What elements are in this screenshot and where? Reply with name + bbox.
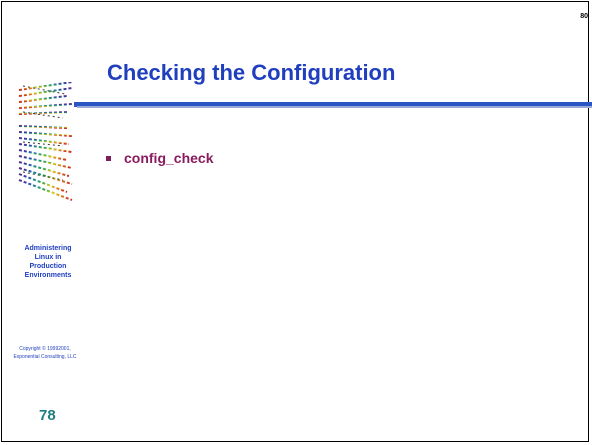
copyright-notice: Copyright © 19992001, Exponential Consul… — [5, 345, 85, 361]
slide-number-top: 80 — [580, 13, 588, 20]
square-bullet-icon — [106, 155, 111, 161]
copyright-line: Copyright © 19992001, — [19, 346, 71, 352]
bullet-text: config_check — [124, 150, 214, 166]
course-title-line: Environments — [24, 272, 72, 279]
copyright-line: Exponential Consulting, LLC — [13, 354, 77, 360]
course-title-line: Linux in — [34, 254, 62, 261]
bullet-item: config_check — [106, 150, 213, 166]
course-title-line: Administering — [24, 245, 72, 252]
course-title: Administering Linux in Production Enviro… — [14, 244, 82, 280]
title-underline-shadow — [77, 106, 592, 108]
slide-title: Checking the Configuration — [107, 60, 396, 85]
slide-frame: 80 Checking the Configuration config_che… — [1, 1, 592, 442]
rainbow-dashed-logo-icon — [18, 82, 73, 201]
course-title-line: Production — [29, 263, 67, 270]
page-number: 78 — [39, 407, 56, 424]
